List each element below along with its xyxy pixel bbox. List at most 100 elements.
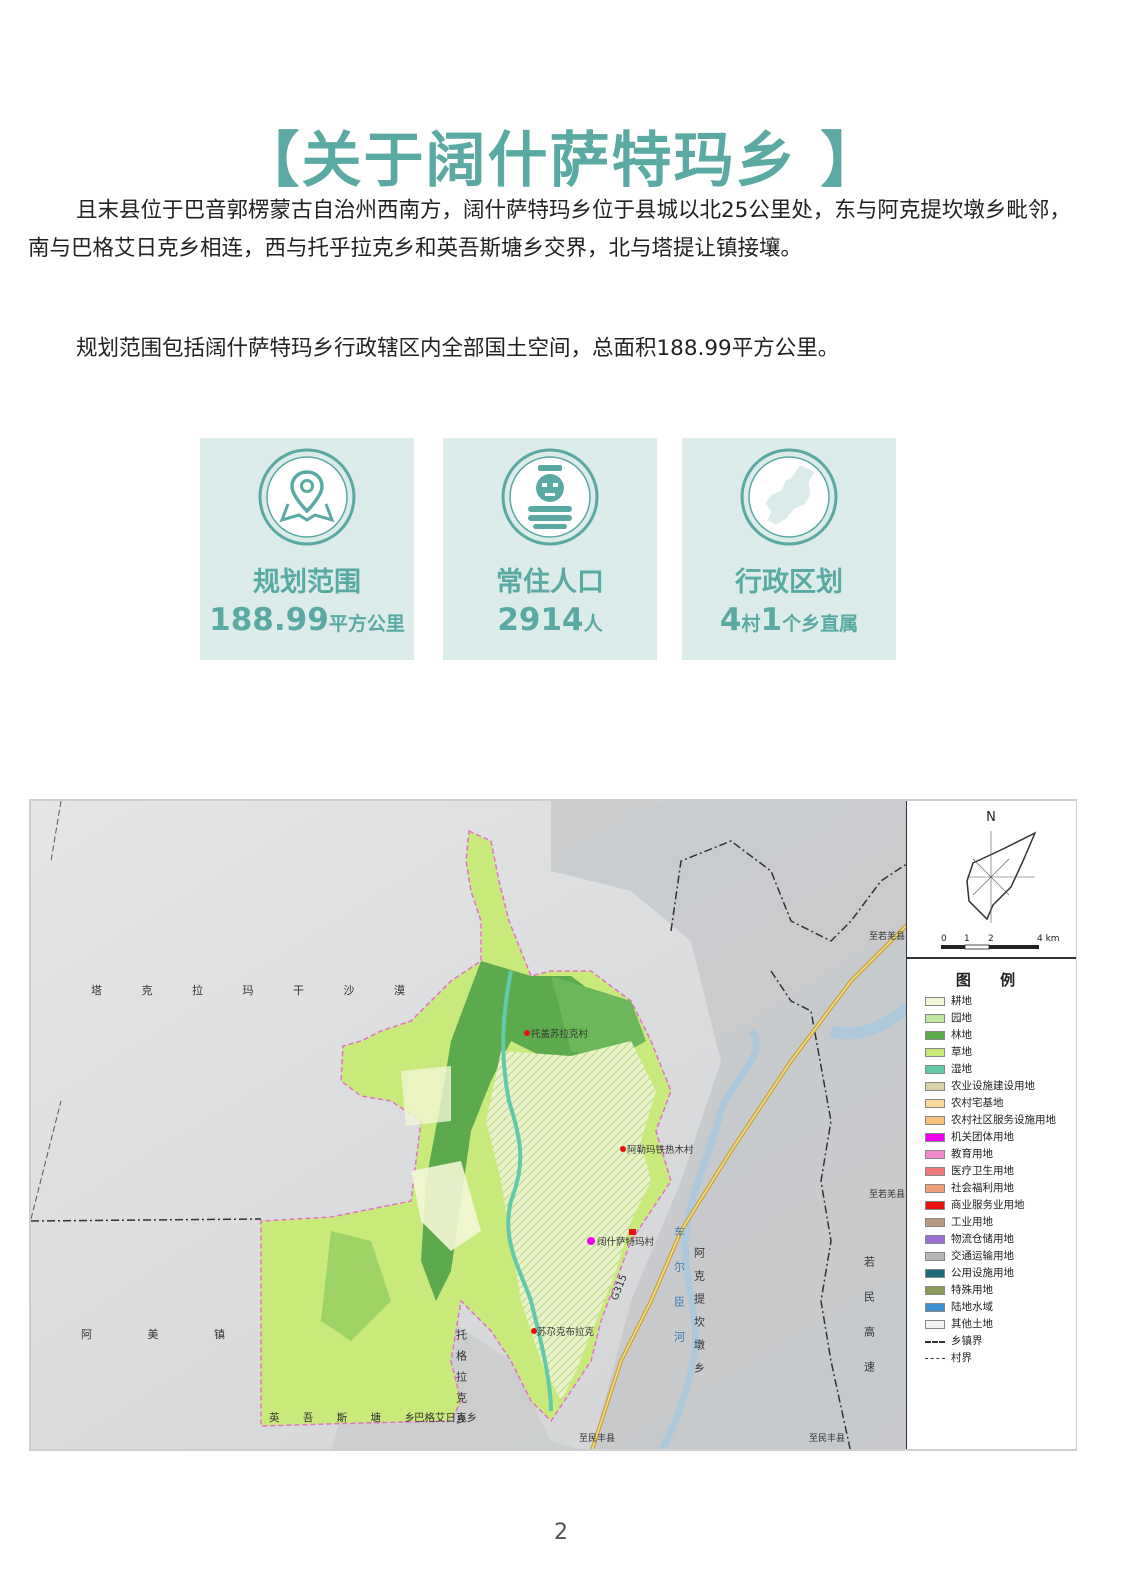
legend-swatch [925,1099,945,1108]
card-label: 常住人口 [496,567,604,598]
value-unit: 村 [741,613,761,635]
legend-line-sample [925,1340,945,1343]
value-unit: 个乡直属 [782,613,859,635]
value-number: 2914 [497,602,584,638]
map-label-tuohula: 托格拉克乡 [455,1328,468,1434]
legend-label: 其他土地 [951,1318,993,1330]
map-label-village1: 托盖苏拉克村 [531,1028,589,1040]
legend-separator [907,957,1076,959]
stat-card-administrative: 行政区划 4村1个乡直属 [682,438,896,660]
commercial-marker [629,1229,636,1235]
map-label-ruomin: 若民高速 [863,1256,876,1396]
legend-item: 农业设施建设用地 [925,1078,1056,1095]
card-value: 188.99平方公里 [200,602,414,638]
legend-item: 其他土地 [925,1316,1056,1333]
legend-swatch [925,1303,945,1312]
legend-item: 草地 [925,1044,1056,1061]
legend-label: 物流仓储用地 [951,1233,1014,1245]
scope-paragraph: 规划范围包括阔什萨特玛乡行政辖区内全部国土空间，总面积188.99平方公里。 [76,336,840,361]
legend-swatch [925,1269,945,1278]
legend-swatch [925,1184,945,1193]
north-arrow-and-scale: N 0 1 2 4 km [941,810,1060,950]
legend-swatch [925,1065,945,1074]
legend-swatch [925,1167,945,1176]
legend-swatch [925,1286,945,1295]
card-value: 2914人 [443,602,657,638]
legend-list: 耕地 园地 林地 草地 湿地 农业设施建设用地 农村宅基地 农村社区服务设施用地 机关团体用地教… [925,993,1056,1367]
region-map-icon [740,448,838,546]
map-label-yingwu: 英 吾 斯 塘 乡 [269,1411,425,1424]
legend-item: 农村宅基地 [925,1095,1056,1112]
legend-swatch [925,1116,945,1125]
legend-label: 草地 [951,1046,972,1058]
legend-item: 特殊用地 [925,1282,1056,1299]
map-label-village2: 阿勒玛铁热木村 [627,1144,694,1156]
legend-item: 物流仓储用地 [925,1231,1056,1248]
legend-item: 工业用地 [925,1214,1056,1231]
village-marker [587,1237,595,1245]
legend-swatch [925,1218,945,1227]
value-number: 4 [719,602,742,638]
legend-swatch [925,1150,945,1159]
scale-tick-4: 4 km [1037,934,1060,944]
legend-label: 林地 [951,1029,972,1041]
legend-label: 公用设施用地 [951,1267,1014,1279]
stat-card-population: 常住人口 2914人 [443,438,657,660]
legend-label: 乡镇界 [951,1335,983,1347]
map-label-village4: 苏尕克布拉克 [537,1326,595,1338]
scale-tick-0: 0 [941,934,947,944]
legend-item: 园地 [925,1010,1056,1027]
value-number: 188.99 [209,602,329,638]
map-label-village3: 阔什萨特玛村 [597,1236,655,1248]
map-label-amei: 阿 美 镇 [81,1327,251,1341]
farmland-strip [401,1066,451,1126]
legend-item: 乡镇界 [925,1333,1056,1350]
map-label-desert: 塔 克 拉 玛 干 沙 漠 [91,983,423,997]
map-legend-panel: N 0 1 2 4 km 图 例 耕地园地林地草地湿地农业设施建设用地农村宅基地… [906,801,1076,1449]
legend-item: 林地 [925,1027,1056,1044]
legend-title: 图 例 [955,971,1028,989]
legend-label: 社会福利用地 [951,1182,1014,1194]
stat-card-planning-area: 规划范围 188.99平方公里 [200,438,414,660]
value-unit: 平方公里 [328,613,405,635]
value-number: 1 [760,602,783,638]
legend-item: 耕地 [925,993,1056,1010]
legend-label: 农业设施建设用地 [951,1080,1035,1092]
legend-label: 园地 [951,1012,972,1024]
village-marker [620,1146,626,1152]
card-value: 4村1个乡直属 [682,602,896,638]
value-unit: 人 [583,613,603,635]
map-pin-icon [258,448,356,546]
legend-swatch [925,1014,945,1023]
legend-label: 村界 [951,1352,972,1364]
legend-line-sample [925,1358,945,1359]
legend-item: 交通运输用地 [925,1248,1056,1265]
legend-swatch [925,1252,945,1261]
township-outline-icon [966,831,1037,921]
legend-swatch [925,1133,945,1142]
scale-bar [941,944,1039,950]
map-label-to-minfeng: 至民丰县 [579,1432,615,1444]
legend-swatch [925,1320,945,1329]
intro-paragraph: 且末县位于巴音郭楞蒙古自治州西南方，阔什萨特玛乡位于县城以北25公里处，东与阿克… [28,198,1071,261]
card-label: 行政区划 [735,567,843,598]
legend-item: 农村社区服务设施用地 [925,1112,1056,1129]
legend-item: 机关团体用地 [925,1129,1056,1146]
legend-label: 特殊用地 [951,1284,993,1296]
map-label-chaer: 车尔臣河 [673,1225,686,1366]
legend-swatch [925,1048,945,1057]
legend-item: 村界 [925,1350,1056,1367]
legend-label: 医疗卫生用地 [951,1165,1014,1177]
scale-tick-2: 2 [988,934,994,944]
map-label-to-ruoqiang-2: 至若羌县 [869,1188,905,1200]
page-number: 2 [554,1520,568,1545]
legend-swatch [925,1201,945,1210]
village-marker [524,1030,530,1036]
legend-item: 医疗卫生用地 [925,1163,1056,1180]
person-icon [501,448,599,546]
legend-label: 陆地水域 [951,1301,993,1313]
legend-swatch [925,1031,945,1040]
legend-swatch [925,1235,945,1244]
north-label: N [986,810,996,825]
legend-label: 湿地 [951,1063,972,1075]
